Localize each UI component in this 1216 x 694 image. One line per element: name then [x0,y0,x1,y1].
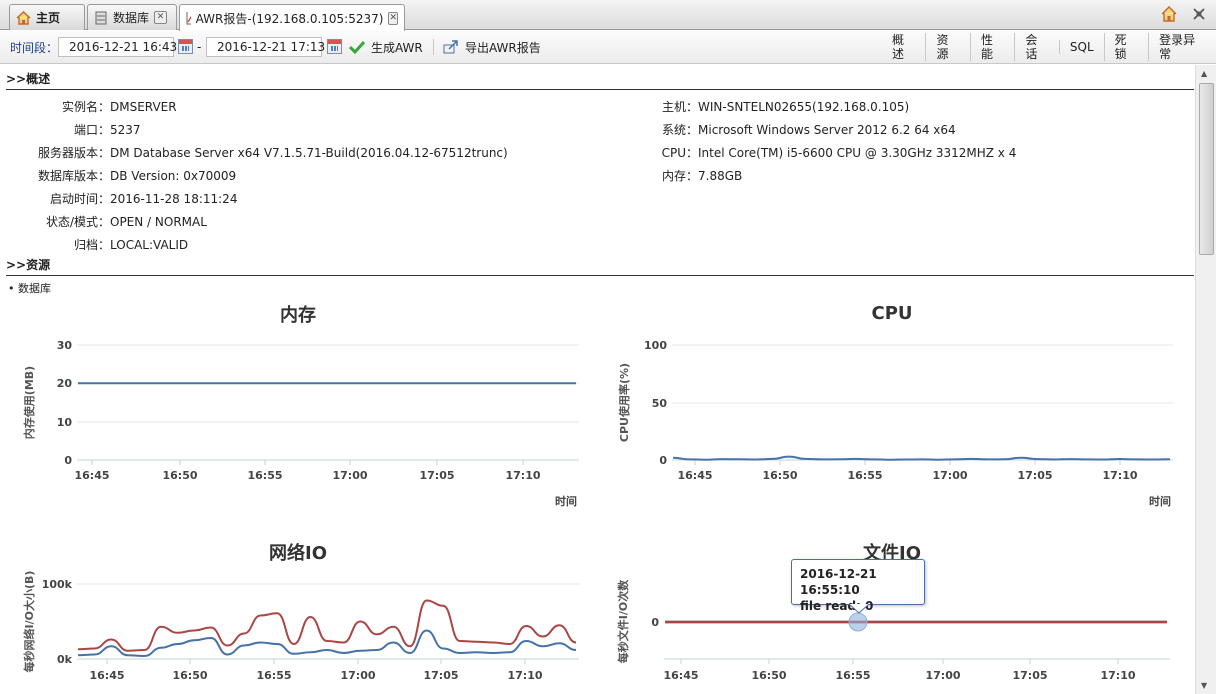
x-tick-label: 16:55 [247,469,282,482]
y-tick-label: 0 [651,616,659,629]
nav-performance[interactable]: 性能 [969,33,1014,61]
home-icon [1161,6,1177,22]
y-tick-label: 20 [57,377,73,390]
generate-awr-button[interactable]: 生成AWR [349,31,423,63]
x-tick-label: 17:10 [505,469,540,482]
scrollbar-thumb[interactable] [1199,83,1214,255]
end-time-input[interactable]: 2016-12-21 17:13 [206,37,325,57]
nav-deadlock[interactable]: 死锁 [1103,33,1148,61]
database-icon [95,11,107,24]
nav-login-exceptions[interactable]: 登录异常 [1148,33,1216,61]
x-tick-label: 16:45 [74,469,109,482]
chart-title: CPU [871,303,912,324]
y-tick-label: 50 [652,397,668,410]
export-awr-button[interactable]: 导出AWR报告 [443,31,541,63]
nav-sql[interactable]: SQL [1058,40,1104,54]
y-tick-label: 100k [42,578,73,591]
report-content: >>概述 实例名：DMSERVER 端口：5237 服务器版本：DM Datab… [0,65,1195,694]
export-awr-label: 导出AWR报告 [465,40,541,55]
calendar-icon[interactable] [327,39,342,54]
x-tick-label: 17:10 [507,669,542,682]
calendar-icon[interactable] [178,39,193,54]
nav-overview[interactable]: 概述 [882,33,925,61]
x-tick-label: 16:55 [835,669,870,682]
export-icon [443,40,458,54]
vertical-scrollbar[interactable]: ▲ ▼ [1195,65,1216,694]
series-line [672,455,1171,461]
x-axis-label: 时间 [1149,494,1171,508]
x-tick-label: 17:00 [332,469,367,482]
tab-awr-label: AWR报告-(192.168.0.105:5237) [195,11,384,26]
generate-awr-label: 生成AWR [371,40,423,55]
tab-database-label: 数据库 [113,11,150,25]
close-all-button[interactable] [1192,7,1206,24]
toolbar-divider [433,39,434,55]
x-tick-label: 17:10 [1102,469,1137,482]
chart-tooltip: 2016-12-21 16:55:10 file read: 0 [791,559,925,613]
close-icon [1193,8,1205,20]
y-tick-label: 0 [659,454,667,467]
y-tick-label: 30 [57,339,73,352]
nav-resources[interactable]: 资源 [925,33,969,61]
y-axis-label: 内存使用(MB) [22,366,36,439]
home-icon [16,10,31,25]
charts-area: 内存内存使用(MB) 0 10 20 30 16:45 16:50 16:55 17:00 17:… [22,303,1173,682]
tab-database[interactable]: 数据库 ✕ [87,4,177,30]
x-tick-label: 16:50 [762,469,797,482]
x-tick-label: 16:55 [847,469,882,482]
series-line [77,599,577,652]
x-tick-label: 16:45 [677,469,712,482]
x-tick-label: 17:00 [932,469,967,482]
checkmark-icon [349,40,365,54]
x-tick-label: 17:05 [1017,469,1052,482]
tab-bar: 主页 数据库 ✕ AWR报告-(192.168.0.105:5237) ✕ [0,0,1216,31]
y-tick-label: 100 [644,339,667,352]
x-tick-label: 16:50 [162,469,197,482]
section-nav: 概述 资源 性能 会话 SQL 死锁 登录异常 [882,31,1216,63]
x-tick-label: 17:00 [340,669,375,682]
scroll-down-icon[interactable]: ▼ [1201,681,1207,690]
time-separator: - [197,40,202,54]
x-tick-label: 17:05 [1012,669,1047,682]
tab-home-label: 主页 [36,11,61,25]
y-tick-label: 0 [64,454,72,467]
x-tick-label: 17:10 [1100,669,1135,682]
close-icon[interactable]: ✕ [154,11,168,24]
x-tick-label: 16:45 [663,669,698,682]
y-tick-label: 0k [57,653,73,666]
hover-marker [848,612,868,632]
x-tick-label: 16:50 [751,669,786,682]
y-axis-label: CPU使用率(%) [617,363,631,442]
tooltip-time: 2016-12-21 16:55:10 [800,567,877,597]
y-axis-label: 每秒文件I/O次数 [616,579,630,663]
x-tick-label: 16:55 [256,669,291,682]
toolbar: 时间段： 2016-12-21 16:43 - 2016-12-21 17:13… [0,31,1216,64]
tab-home[interactable]: 主页 [9,4,85,30]
nav-sessions[interactable]: 会话 [1014,33,1058,61]
x-tick-label: 16:50 [172,669,207,682]
x-tick-label: 17:05 [423,669,458,682]
scroll-up-icon[interactable]: ▲ [1201,69,1207,78]
x-tick-label: 17:05 [419,469,454,482]
x-tick-label: 17:00 [925,669,960,682]
time-period-label: 时间段： [10,40,59,55]
x-axis-label: 时间 [555,494,577,508]
chart-title: 内存 [280,304,316,326]
close-icon[interactable]: ✕ [388,11,398,25]
start-time-input[interactable]: 2016-12-21 16:43 [58,37,177,57]
chart-icon [186,12,191,25]
tooltip-pointer [849,604,869,614]
y-axis-label: 每秒网络I/O大小(B) [22,571,36,673]
x-tick-label: 16:45 [89,669,124,682]
home-shortcut-button[interactable] [1161,6,1177,25]
y-tick-label: 10 [57,416,73,429]
tab-awr-report[interactable]: AWR报告-(192.168.0.105:5237) ✕ [179,4,405,31]
chart-title: 网络IO [269,542,327,564]
